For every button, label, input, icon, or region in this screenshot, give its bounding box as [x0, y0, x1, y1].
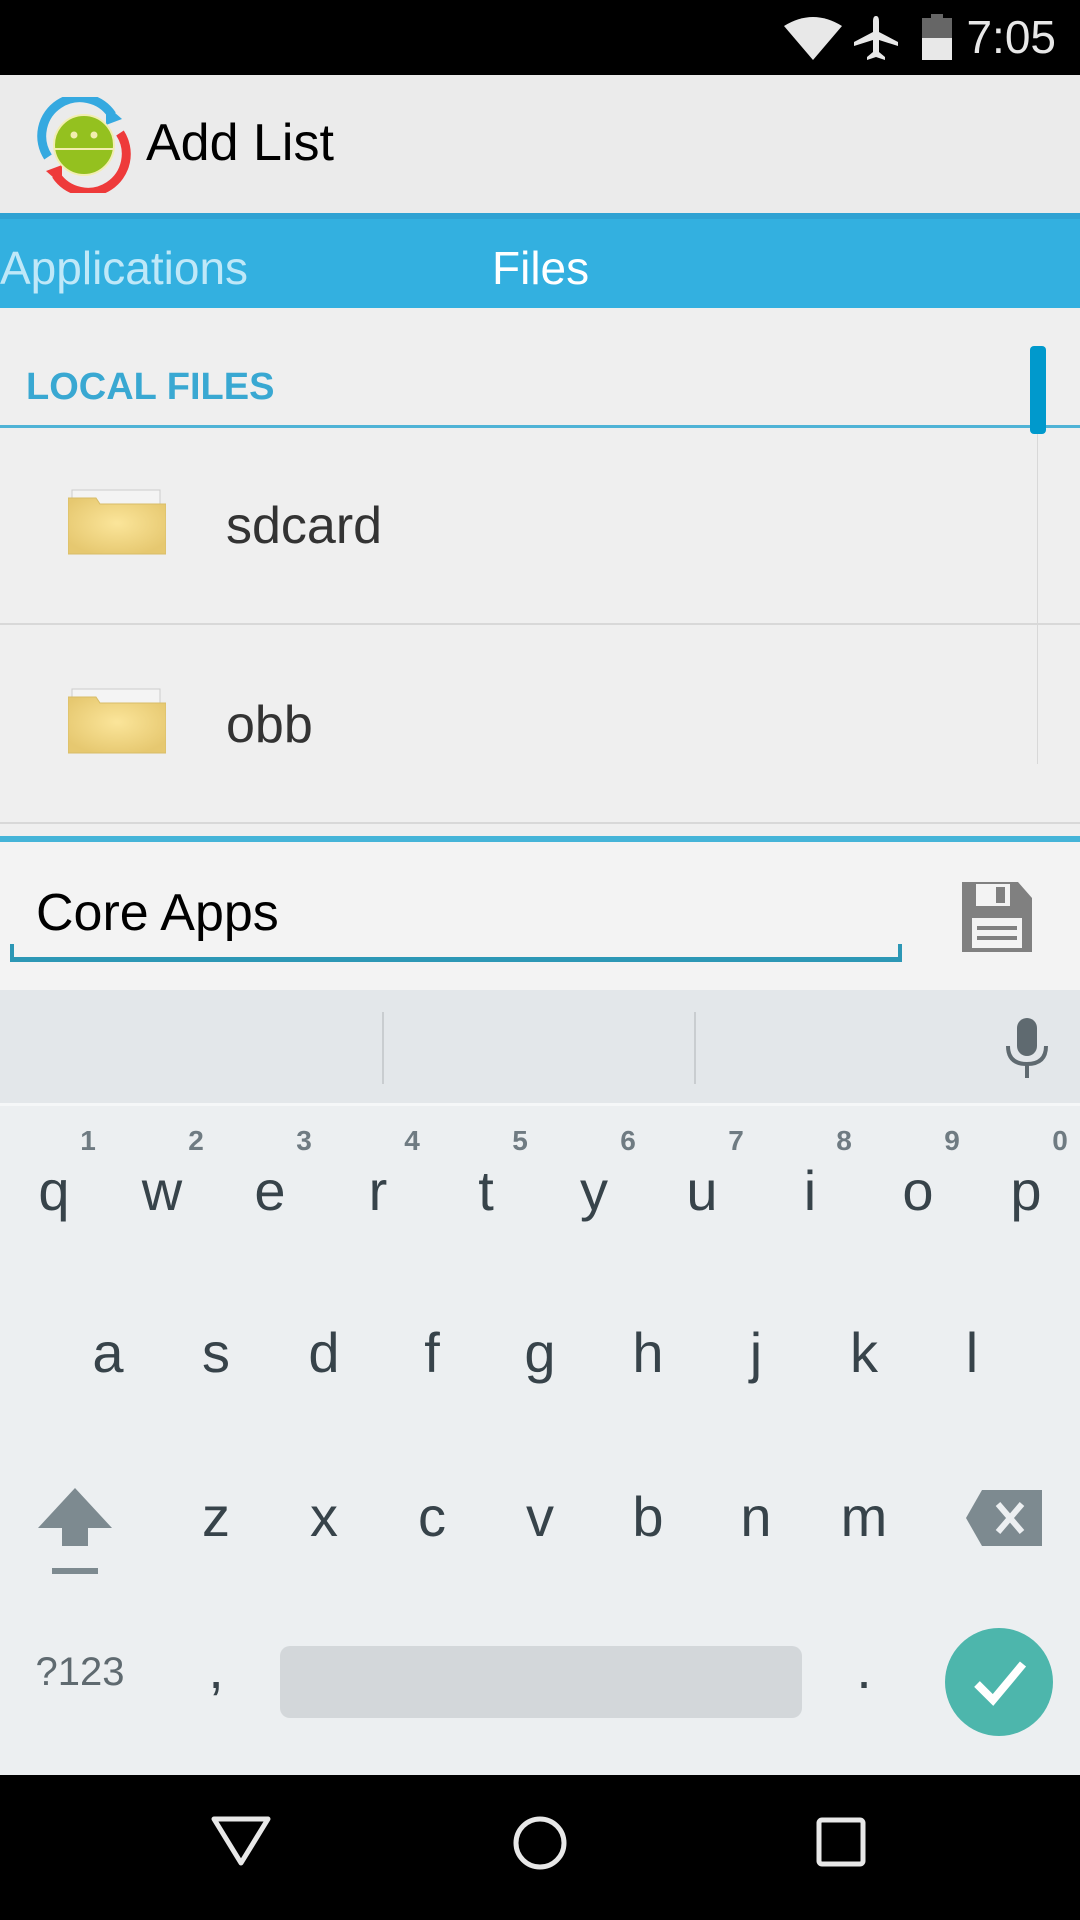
keyboard: 1q 2w 3e 4r 5t 6y 7u 8i 9o 0p asdfghjkl zxcvbnm ?… [0, 990, 1080, 1775]
list-name-bar [0, 836, 1080, 990]
suggestion-strip [0, 990, 1080, 1106]
done-button[interactable] [945, 1628, 1053, 1736]
key-hint: 4 [404, 1125, 420, 1156]
key-x[interactable]: x [274, 1484, 374, 1549]
folder-icon [68, 688, 166, 754]
checkmark-icon [974, 1661, 1027, 1706]
key-w[interactable]: w [112, 1158, 212, 1223]
input-edge [898, 944, 902, 962]
key-i[interactable]: i [760, 1158, 860, 1223]
period-key[interactable]: . [814, 1636, 914, 1701]
tab-bar: Applications Files [0, 213, 1080, 308]
key-s[interactable]: s [166, 1320, 266, 1385]
key-j[interactable]: j [706, 1320, 806, 1385]
key-t[interactable]: t [436, 1158, 536, 1223]
key-e[interactable]: e [220, 1158, 320, 1223]
battery-icon [922, 14, 952, 60]
page-title: Add List [146, 114, 334, 172]
spacebar[interactable] [280, 1646, 802, 1718]
key-m[interactable]: m [814, 1484, 914, 1549]
key-q[interactable]: q [4, 1158, 104, 1223]
key-hint: 0 [1052, 1125, 1068, 1156]
key-a[interactable]: a [58, 1320, 158, 1385]
clock: 7:05 [966, 11, 1056, 63]
key-o[interactable]: o [868, 1158, 968, 1223]
app-logo-icon [37, 97, 131, 193]
key-y[interactable]: y [544, 1158, 644, 1223]
list-item[interactable]: obb [0, 627, 1080, 824]
key-hint: 9 [944, 1125, 960, 1156]
status-bar: 7:05 [0, 0, 1080, 75]
file-name: obb [226, 696, 313, 754]
input-edge [10, 944, 14, 962]
tab-applications[interactable]: Applications [0, 241, 248, 295]
key-f[interactable]: f [382, 1320, 482, 1385]
section-header: LOCAL FILES [26, 366, 275, 408]
key-h[interactable]: h [598, 1320, 698, 1385]
scrollbar-thumb[interactable] [1030, 346, 1046, 434]
key-hint: 3 [296, 1125, 312, 1156]
home-icon[interactable] [512, 1815, 568, 1871]
key-hint: 1 [80, 1125, 96, 1156]
navigation-bar [0, 1775, 1080, 1920]
save-floppy-icon[interactable] [962, 880, 1032, 952]
key-hint: 2 [188, 1125, 204, 1156]
key-b[interactable]: b [598, 1484, 698, 1549]
key-n[interactable]: n [706, 1484, 806, 1549]
key-u[interactable]: u [652, 1158, 752, 1223]
key-z[interactable]: z [166, 1484, 266, 1549]
key-r[interactable]: r [328, 1158, 428, 1223]
key-hint: 8 [836, 1125, 852, 1156]
key-k[interactable]: k [814, 1320, 914, 1385]
wifi-icon [784, 17, 842, 60]
key-d[interactable]: d [274, 1320, 374, 1385]
key-hint: 5 [512, 1125, 528, 1156]
folder-icon [68, 489, 166, 555]
key-hint: 6 [620, 1125, 636, 1156]
symbols-key[interactable]: ?123 [30, 1650, 130, 1695]
file-name: sdcard [226, 497, 383, 555]
key-l[interactable]: l [922, 1320, 1022, 1385]
suggestion-divider [694, 1012, 696, 1084]
key-c[interactable]: c [382, 1484, 482, 1549]
key-hint: 7 [728, 1125, 744, 1156]
key-v[interactable]: v [490, 1484, 590, 1549]
list-name-input[interactable] [10, 868, 902, 962]
action-bar: Add List [0, 75, 1080, 213]
airplane-mode-icon [854, 16, 898, 60]
suggestion-divider [382, 1012, 384, 1084]
key-p[interactable]: p [976, 1158, 1076, 1223]
file-list: LOCAL FILES sdcard obb [0, 308, 1080, 838]
microphone-icon[interactable] [1004, 1018, 1050, 1080]
shift-icon[interactable] [38, 1488, 112, 1580]
key-g[interactable]: g [490, 1320, 590, 1385]
tab-files[interactable]: Files [492, 241, 589, 295]
recents-icon[interactable] [816, 1817, 866, 1867]
backspace-icon[interactable] [966, 1490, 1042, 1546]
back-icon[interactable] [210, 1815, 272, 1867]
list-item[interactable]: sdcard [0, 428, 1080, 625]
comma-key[interactable]: , [166, 1636, 266, 1701]
